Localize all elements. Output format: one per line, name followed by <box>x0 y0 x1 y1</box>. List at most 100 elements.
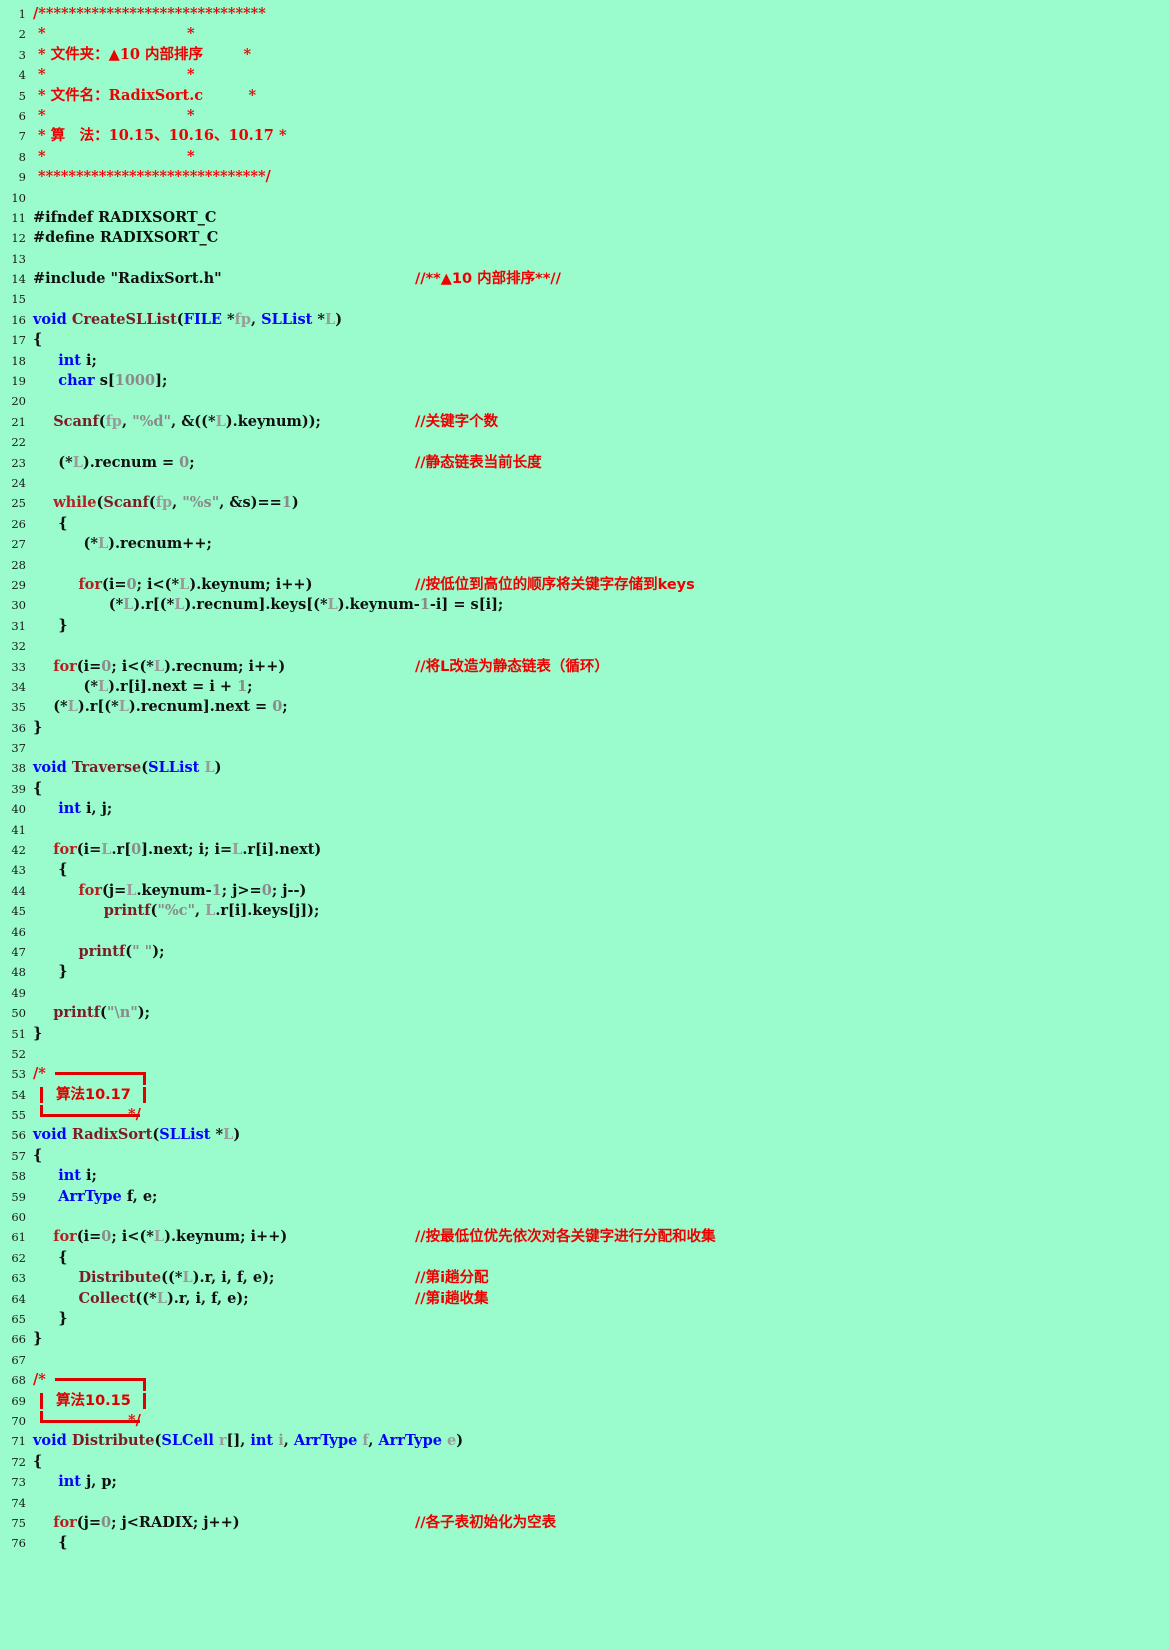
code-line: 13 <box>0 249 1169 269</box>
line-content: } <box>33 1310 68 1327</box>
line-number: 41 <box>11 822 26 837</box>
line-number: 55 <box>11 1108 26 1123</box>
line-number: 43 <box>11 863 26 878</box>
code-line: 76 { <box>0 1533 1169 1553</box>
line-content: } <box>33 1024 43 1042</box>
code-line: 25 while(Scanf(fp, "%s", &s)==1) <box>0 493 1169 513</box>
annotation-box-right-border <box>143 1392 146 1409</box>
line-number: 31 <box>11 618 26 633</box>
annotation-label: 算法10.17 <box>56 1086 131 1103</box>
line-content: while(Scanf(fp, "%s", &s)==1) <box>53 494 299 512</box>
code-line: 72 { <box>0 1452 1169 1472</box>
line-number: 54 <box>11 1087 26 1102</box>
code-line: 31 } <box>0 616 1169 636</box>
line-number: 2 <box>18 27 26 42</box>
comment-close-marker: */ <box>128 1106 141 1124</box>
line-number: 18 <box>11 353 26 368</box>
line-content: * 算 法：10.15、10.16、10.17 * <box>33 126 286 146</box>
code-line: 7 * 算 法：10.15、10.16、10.17 * <box>0 126 1169 146</box>
code-line: 3 * 文件夹：▲10 内部排序 * <box>0 45 1169 65</box>
line-number: 16 <box>11 312 26 327</box>
line-content: { <box>33 779 43 797</box>
code-line: 44 for(j=L.keynum-1; j>=0; j--) <box>0 881 1169 901</box>
line-number: 34 <box>11 679 26 694</box>
line-content: * * <box>33 106 195 126</box>
code-line: 59 ArrType f, e; <box>0 1187 1169 1207</box>
comment-open-marker: /* <box>33 1371 46 1389</box>
line-number: 74 <box>11 1495 26 1510</box>
comment-star-blank: * * <box>33 147 195 165</box>
line-number: 48 <box>11 965 26 980</box>
code-line: 38 void Traverse(SLList L) <box>0 758 1169 778</box>
line-content: (*L).r[(*L).recnum].next = 0; <box>33 698 288 716</box>
comment-folder-label: * 文件夹：▲10 内部排序 * <box>33 45 252 63</box>
code-line: 33 for(i=0; i<(*L).recnum; i++) //将L改造为静… <box>0 657 1169 677</box>
code-line: 53 /* <box>0 1064 1169 1086</box>
line-number: 4 <box>18 68 26 83</box>
line-content: { <box>33 1452 43 1470</box>
line-number: 22 <box>11 435 26 450</box>
code-line: 65 } <box>0 1309 1169 1329</box>
line-content: char s[1000]; <box>58 372 168 390</box>
annotation-box-left-border <box>40 1086 43 1103</box>
line-content: * * <box>33 24 195 44</box>
code-line: 57 { <box>0 1146 1169 1166</box>
code-line: 19 char s[1000]; <box>0 371 1169 391</box>
line-number: 11 <box>11 210 26 225</box>
line-content: printf(" "); <box>78 942 165 960</box>
code-line: 5 * 文件名：RadixSort.c * <box>0 86 1169 106</box>
code-line: 40 int i, j; <box>0 799 1169 819</box>
code-listing: 1 /****************************** 2 * * … <box>0 0 1169 1554</box>
code-line: 29 for(i=0; i<(*L).keynum; i++) //按低位到高位… <box>0 575 1169 595</box>
code-line: 16 void CreateSLList(FILE *fp, SLList *L… <box>0 310 1169 330</box>
code-line: 36 } <box>0 718 1169 738</box>
line-content: #define RADIXSORT_C <box>33 228 218 248</box>
code-line: 12 #define RADIXSORT_C <box>0 228 1169 248</box>
line-content: for(j=L.keynum-1; j>=0; j--) <box>78 881 307 899</box>
code-line: 61 for(i=0; i<(*L).keynum; i++) //按最低位优先… <box>0 1227 1169 1247</box>
line-content: (*L).recnum++; <box>33 535 212 553</box>
line-number: 13 <box>11 251 26 266</box>
comment-open-marker: /* <box>33 1065 46 1083</box>
line-content: { <box>33 514 68 532</box>
line-number: 62 <box>11 1250 26 1265</box>
line-number: 33 <box>11 659 26 674</box>
line-content: } <box>33 616 68 634</box>
line-number: 12 <box>11 231 26 246</box>
line-number: 25 <box>11 496 26 511</box>
line-number: 17 <box>11 333 26 348</box>
line-number: 32 <box>11 639 26 654</box>
line-number: 73 <box>11 1475 26 1490</box>
code-line: 17 { <box>0 330 1169 350</box>
line-number: 69 <box>11 1393 26 1408</box>
line-content: int j, p; <box>58 1473 117 1491</box>
code-line: 62 { <box>0 1248 1169 1268</box>
line-number: 3 <box>18 47 26 62</box>
line-content: * * <box>33 65 195 85</box>
line-number: 29 <box>11 577 26 592</box>
comment-star-blank: * * <box>33 25 195 43</box>
comment-file-label: * 文件名：RadixSort.c * <box>33 86 257 104</box>
line-content: ArrType f, e; <box>58 1187 158 1205</box>
line-number: 58 <box>11 1169 26 1184</box>
line-content: * * <box>33 147 195 167</box>
line-content: { <box>33 861 68 879</box>
line-content: #include "RadixSort.h" <box>33 269 222 289</box>
line-content: } <box>33 1330 43 1348</box>
line-content: void Traverse(SLList L) <box>33 759 222 777</box>
code-line: 55 */ <box>0 1105 1169 1125</box>
line-content: { <box>33 331 43 349</box>
annotation-box-top-border <box>55 1378 146 1382</box>
code-line: 2 * * <box>0 24 1169 44</box>
code-line: 70 */ <box>0 1410 1169 1431</box>
line-number: 76 <box>11 1536 26 1551</box>
line-content: for(i=0; i<(*L).keynum; i++) <box>78 575 313 593</box>
line-content: printf("\n"); <box>53 1004 151 1022</box>
code-line: 15 <box>0 289 1169 309</box>
line-number: 57 <box>11 1148 26 1163</box>
code-line: 24 <box>0 473 1169 493</box>
code-line: 21 Scanf(fp, "%d", &((*L).keynum)); //关键… <box>0 412 1169 432</box>
preprocessor-define: #define RADIXSORT_C <box>33 229 219 247</box>
line-number: 27 <box>11 537 26 552</box>
comment-star-blank: * * <box>33 66 195 84</box>
